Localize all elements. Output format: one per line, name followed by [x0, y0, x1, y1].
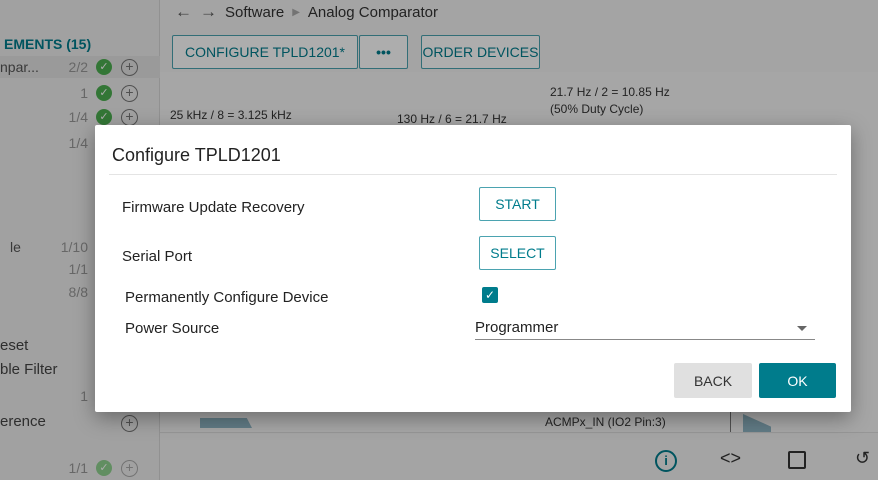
- firmware-update-label: Firmware Update Recovery: [122, 199, 305, 216]
- permanent-configure-label: Permanently Configure Device: [125, 289, 329, 306]
- chevron-down-icon: [797, 326, 807, 331]
- dialog-title: Configure TPLD1201: [112, 145, 281, 165]
- select-serial-port-button[interactable]: SELECT: [479, 236, 556, 270]
- power-source-label: Power Source: [125, 320, 220, 337]
- ok-button[interactable]: OK: [759, 363, 836, 398]
- configure-dialog: Configure TPLD1201 Firmware Update Recov…: [95, 125, 851, 412]
- permanent-configure-checkbox[interactable]: ✓: [482, 287, 498, 303]
- back-button[interactable]: BACK: [674, 363, 752, 398]
- power-source-select[interactable]: Programmer: [475, 317, 815, 340]
- serial-port-label: Serial Port: [122, 248, 193, 265]
- dialog-divider: [109, 174, 837, 175]
- start-button[interactable]: START: [479, 187, 556, 221]
- power-source-value: Programmer: [475, 319, 559, 336]
